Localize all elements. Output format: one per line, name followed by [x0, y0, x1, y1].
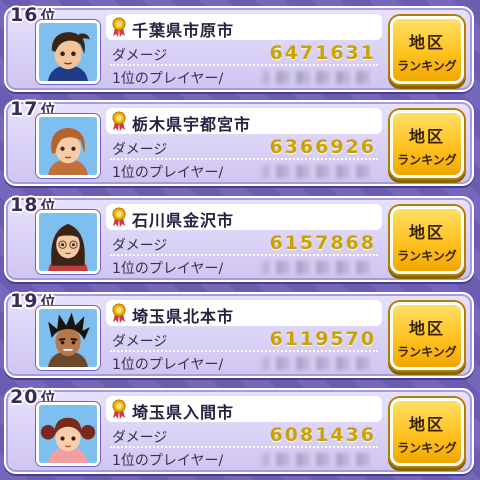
entry-info: 埼玉県北本市 ダメージ 6119570 1位のプレイヤー/ [106, 300, 382, 374]
avatar [36, 210, 100, 274]
top-player-label: 1位のプレイヤー/ [112, 453, 224, 469]
boy-brown-hair-icon [39, 23, 97, 81]
damage-value: 6157868 [269, 232, 376, 254]
medal-icon [112, 17, 126, 37]
rank-number: 19 [10, 290, 39, 312]
player-line: 1位のプレイヤー/ [110, 351, 378, 375]
city-name: 石川県金沢市 [132, 211, 235, 230]
ranking-row: 16 位 千葉県市原市 ダメージ 6471631 1位のプレイヤー/ 地区 ラン… [4, 4, 474, 92]
damage-value: 6081436 [269, 424, 376, 446]
ranking-list: 16 位 千葉県市原市 ダメージ 6471631 1位のプレイヤー/ 地区 ラン… [0, 0, 480, 480]
blurred-player-name [262, 453, 374, 466]
city-line: 埼玉県入間市 [106, 396, 382, 422]
city-line: 千葉県市原市 [106, 14, 382, 40]
entry-info: 千葉県市原市 ダメージ 6471631 1位のプレイヤー/ [106, 14, 382, 88]
avatar [36, 306, 100, 370]
girl-pigtails-icon [39, 405, 97, 463]
avatar [36, 114, 100, 178]
region-ranking-button[interactable]: 地区 ランキング [390, 110, 464, 178]
rank-number: 20 [10, 386, 39, 408]
player-line: 1位のプレイヤー/ [110, 159, 378, 183]
button-label-line1: 地区 [408, 319, 445, 338]
rank-number: 17 [10, 98, 39, 120]
avatar [36, 402, 100, 466]
ranking-row: 18 位 石川県金沢市 ダメージ 6157868 1位のプレイヤー/ 地区 ラン… [4, 194, 474, 282]
city-line: 栃木県宇都宮市 [106, 108, 382, 134]
entry-info: 埼玉県入間市 ダメージ 6081436 1位のプレイヤー/ [106, 396, 382, 470]
rank-number: 16 [10, 4, 39, 26]
damage-label: ダメージ [112, 334, 168, 350]
damage-line: ダメージ 6081436 [110, 424, 378, 448]
button-label-line1: 地区 [408, 33, 445, 52]
top-player-label: 1位のプレイヤー/ [112, 357, 224, 373]
rank-number: 18 [10, 194, 39, 216]
medal-icon [112, 399, 126, 419]
city-line: 埼玉県北本市 [106, 300, 382, 326]
button-label-line1: 地区 [408, 415, 445, 434]
medal-icon [112, 111, 126, 131]
blurred-player-name [262, 261, 374, 274]
city-name: 栃木県宇都宮市 [132, 115, 252, 134]
top-player-label: 1位のプレイヤー/ [112, 165, 224, 181]
region-ranking-button[interactable]: 地区 ランキング [390, 16, 464, 84]
damage-value: 6471631 [269, 42, 376, 64]
button-label-line1: 地区 [408, 223, 445, 242]
top-player-label: 1位のプレイヤー/ [112, 71, 224, 87]
city-line: 石川県金沢市 [106, 204, 382, 230]
region-ranking-button[interactable]: 地区 ランキング [390, 398, 464, 466]
man-spiky-hair-icon [39, 309, 97, 367]
region-ranking-button[interactable]: 地区 ランキング [390, 206, 464, 274]
damage-label: ダメージ [112, 238, 168, 254]
ranking-row: 17 位 栃木県宇都宮市 ダメージ 6366926 1位のプレイヤー/ 地区 ラ… [4, 98, 474, 186]
button-label-line2: ランキング [397, 345, 457, 359]
city-name: 埼玉県入間市 [132, 403, 235, 422]
button-label-line2: ランキング [397, 59, 457, 73]
region-ranking-button[interactable]: 地区 ランキング [390, 302, 464, 370]
button-label-line2: ランキング [397, 441, 457, 455]
entry-info: 栃木県宇都宮市 ダメージ 6366926 1位のプレイヤー/ [106, 108, 382, 182]
damage-line: ダメージ 6471631 [110, 42, 378, 66]
player-line: 1位のプレイヤー/ [110, 447, 378, 471]
player-line: 1位のプレイヤー/ [110, 255, 378, 279]
button-label-line1: 地区 [408, 127, 445, 146]
blurred-player-name [262, 165, 374, 178]
medal-icon [112, 207, 126, 227]
damage-line: ダメージ 6119570 [110, 328, 378, 352]
city-name: 千葉県市原市 [132, 21, 235, 40]
woman-glasses-icon [39, 213, 97, 271]
button-label-line2: ランキング [397, 249, 457, 263]
player-line: 1位のプレイヤー/ [110, 65, 378, 89]
entry-info: 石川県金沢市 ダメージ 6157868 1位のプレイヤー/ [106, 204, 382, 278]
ranking-row: 19 位 埼玉県北本市 ダメージ 6119570 1位のプレイヤー/ 地区 ラン… [4, 290, 474, 378]
avatar [36, 20, 100, 84]
button-label-line2: ランキング [397, 153, 457, 167]
damage-label: ダメージ [112, 430, 168, 446]
damage-label: ダメージ [112, 48, 168, 64]
city-name: 埼玉県北本市 [132, 307, 235, 326]
damage-line: ダメージ 6157868 [110, 232, 378, 256]
damage-value: 6366926 [269, 136, 376, 158]
blurred-player-name [262, 357, 374, 370]
damage-line: ダメージ 6366926 [110, 136, 378, 160]
damage-value: 6119570 [269, 328, 376, 350]
top-player-label: 1位のプレイヤー/ [112, 261, 224, 277]
blurred-player-name [262, 71, 374, 84]
ranking-row: 20 位 埼玉県入間市 ダメージ 6081436 1位のプレイヤー/ 地区 ラン… [4, 386, 474, 474]
woman-short-hair-icon [39, 117, 97, 175]
damage-label: ダメージ [112, 142, 168, 158]
medal-icon [112, 303, 126, 323]
